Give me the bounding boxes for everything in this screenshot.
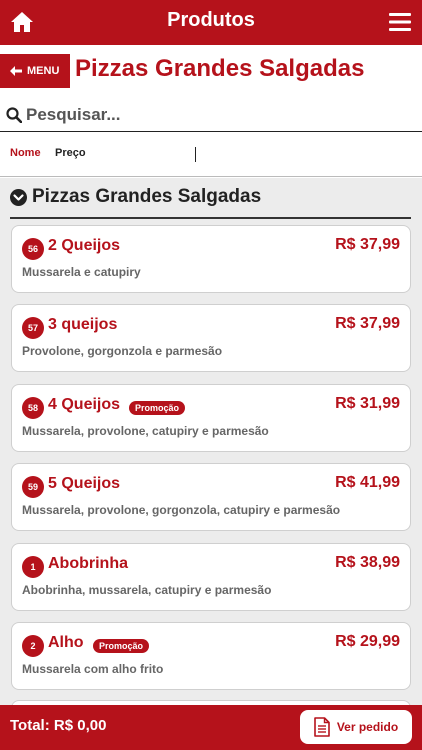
bottom-bar: Total: R$ 0,00 Ver pedido (0, 705, 422, 750)
view-order-button[interactable]: Ver pedido (300, 710, 412, 744)
product-name: 5 Queijos (48, 475, 121, 492)
search-bar (0, 98, 422, 132)
product-name: 2 Queijos (48, 237, 121, 254)
document-icon (314, 717, 330, 737)
product-card[interactable]: 59 5 Queijos R$ 41,99 Mussarela, provolo… (11, 463, 411, 531)
sort-by-price[interactable]: Preço (55, 147, 86, 159)
product-card[interactable]: 57 3 queijos R$ 37,99 Provolone, gorgonz… (11, 304, 411, 372)
top-bar: Produtos (0, 0, 422, 45)
product-number-badge: 1 (22, 556, 44, 578)
product-description: Provolone, gorgonzola e parmesão (22, 344, 223, 358)
product-name: Abobrinha (48, 555, 128, 572)
search-icon (6, 106, 22, 123)
view-order-label: Ver pedido (336, 720, 399, 734)
product-description: Mussarela e catupiry (22, 265, 141, 279)
sort-bar: Nome Preço (0, 133, 422, 177)
search-input[interactable] (26, 104, 406, 125)
section-header[interactable]: Pizzas Grandes Salgadas (10, 186, 261, 208)
sort-by-name[interactable]: Nome (10, 147, 41, 159)
product-description: Mussarela com alho frito (22, 662, 164, 676)
app-title: Produtos (167, 9, 255, 31)
page-title: Pizzas Grandes Salgadas (75, 55, 365, 82)
product-name: Alho (48, 634, 84, 651)
product-price: R$ 38,99 (335, 554, 400, 571)
order-total: Total: R$ 0,00 (10, 717, 107, 734)
product-card[interactable]: 2 Alho Promoção R$ 29,99 Mussarela com a… (11, 622, 411, 690)
section-title: Pizzas Grandes Salgadas (32, 186, 262, 207)
chevron-down-circle-icon (10, 188, 27, 206)
product-number-badge: 58 (22, 397, 44, 419)
back-button-label: MENU (27, 65, 60, 77)
product-name: 4 Queijos (48, 396, 121, 413)
product-card[interactable]: 1 Abobrinha R$ 38,99 Abobrinha, mussarel… (11, 543, 411, 611)
product-name: 3 queijos (48, 316, 118, 333)
arrow-left-icon (10, 66, 22, 76)
product-description: Abobrinha, mussarela, catupiry e parmesã… (22, 583, 272, 597)
product-card[interactable]: 56 2 Queijos R$ 37,99 Mussarela e catupi… (11, 225, 411, 293)
divider-line (195, 147, 196, 162)
product-description: Mussarela, provolone, catupiry e parmesã… (22, 424, 269, 438)
product-number-badge: 2 (22, 635, 44, 657)
product-list[interactable]: Pizzas Grandes Salgadas 56 2 Queijos R$ … (0, 178, 422, 705)
hamburger-menu-icon[interactable] (389, 13, 411, 31)
product-description: Mussarela, provolone, gorgonzola, catupi… (22, 503, 341, 517)
product-card[interactable]: 58 4 Queijos Promoção R$ 31,99 Mussarela… (11, 384, 411, 452)
promo-badge: Promoção (93, 639, 150, 653)
product-price: R$ 37,99 (335, 315, 400, 332)
promo-badge: Promoção (129, 401, 186, 415)
back-to-menu-button[interactable]: MENU (0, 54, 70, 88)
product-price: R$ 41,99 (335, 474, 400, 491)
product-number-badge: 57 (22, 317, 44, 339)
product-number-badge: 56 (22, 238, 44, 260)
product-number-badge: 59 (22, 476, 44, 498)
product-price: R$ 29,99 (335, 633, 400, 650)
product-price: R$ 37,99 (335, 236, 400, 253)
product-price: R$ 31,99 (335, 395, 400, 412)
section-divider (10, 217, 411, 219)
